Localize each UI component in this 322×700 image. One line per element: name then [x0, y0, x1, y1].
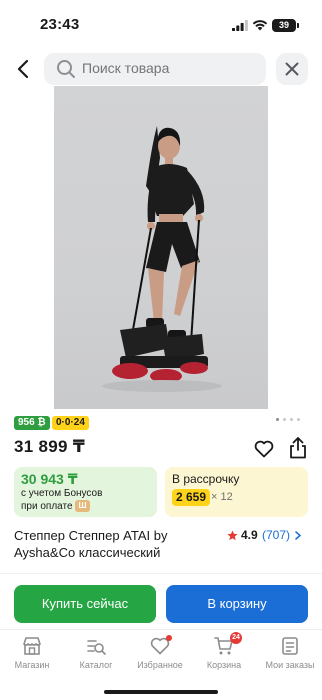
image-carousel-indicator	[276, 418, 306, 422]
catalog-icon	[87, 640, 106, 655]
bonus-badge: 956 ₿	[14, 416, 50, 430]
divider	[0, 573, 322, 574]
product-price: 31 899 ₸	[14, 437, 85, 456]
nav-item-catalog[interactable]: Каталог	[64, 636, 128, 676]
carousel-dot-active	[276, 418, 279, 421]
close-button[interactable]	[276, 53, 308, 85]
orders-icon	[282, 637, 298, 655]
buy-now-button[interactable]: Купить сейчас	[14, 585, 156, 623]
nav-item-store[interactable]: Магазин	[0, 636, 64, 676]
nav-label-cart: Корзина	[206, 660, 242, 670]
nav-label-catalog: Каталог	[79, 660, 113, 670]
star-icon	[227, 530, 238, 541]
search-icon	[57, 60, 75, 78]
search-header	[0, 52, 322, 86]
installment-title: В рассрочку	[172, 472, 240, 486]
nav-label-store: Магазин	[14, 660, 50, 670]
nav-item-cart[interactable]: 24 Корзина	[192, 632, 256, 676]
battery-indicator: 39	[272, 19, 299, 32]
product-title: Степпер Степпер ATAI by Aysha&Co классич…	[14, 528, 168, 560]
carousel-dot	[290, 418, 293, 421]
home-indicator	[104, 690, 218, 694]
bonus-caption-line2: при оплате	[21, 501, 73, 512]
carousel-dot	[283, 418, 286, 421]
bonus-caption-line1: с учетом Бонусов	[21, 488, 103, 499]
status-time: 23:43	[40, 16, 80, 33]
notification-dot	[166, 635, 172, 641]
add-to-cart-button[interactable]: В корзину	[166, 585, 308, 623]
signal-icon	[232, 20, 248, 31]
store-icon	[23, 637, 41, 655]
nav-item-orders[interactable]: Мои заказы	[258, 636, 322, 676]
favorite-heart-icon[interactable]	[254, 440, 274, 458]
installment-multiplier: × 12	[211, 491, 233, 503]
close-icon	[285, 62, 299, 76]
nav-label-orders: Мои заказы	[265, 660, 315, 670]
bottom-navigation: Магазин Каталог Избранное 24 Корзина Мои…	[0, 629, 322, 677]
wifi-icon	[252, 20, 268, 31]
search-bar[interactable]	[44, 53, 266, 85]
installment-card[interactable]: В рассрочку 2 659 × 12	[165, 467, 308, 517]
rating-value: 4.9	[241, 528, 258, 542]
installment-amount: 2 659	[172, 489, 211, 506]
chevron-right-icon	[295, 531, 301, 540]
product-image[interactable]	[54, 86, 268, 409]
status-bar: 23:43 39	[0, 0, 322, 48]
search-input[interactable]	[82, 60, 252, 76]
product-photo	[102, 126, 222, 392]
installment-badge: 0·0·24	[52, 416, 89, 430]
bonus-chip-icon: Ш	[75, 500, 90, 512]
cart-count-badge: 24	[230, 632, 242, 644]
reviews-count[interactable]: (707)	[262, 527, 290, 544]
bonus-price-card[interactable]: 30 943 ₸ с учетом Бонусов при оплате Ш	[14, 467, 157, 517]
share-icon[interactable]	[289, 437, 307, 459]
carousel-dot	[297, 418, 300, 421]
bonus-price-value: 30 943 ₸	[21, 471, 78, 487]
nav-item-favorites[interactable]: Избранное	[128, 635, 192, 676]
back-arrow-icon[interactable]	[14, 57, 34, 81]
nav-label-favorites: Избранное	[137, 660, 183, 670]
